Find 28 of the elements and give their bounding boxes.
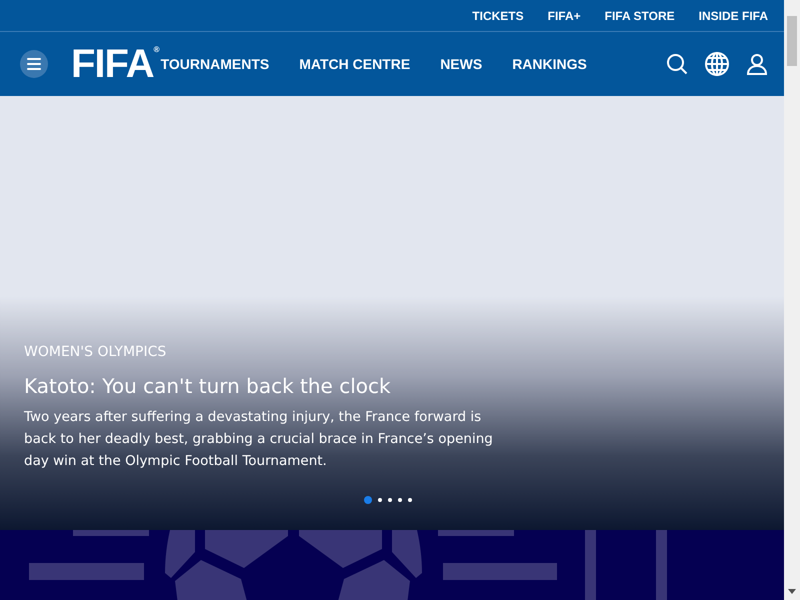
fifa-logo[interactable]: FIFA®: [71, 44, 159, 84]
nav-link[interactable]: MATCH CENTRE: [299, 56, 410, 72]
menu-button[interactable]: [20, 50, 48, 78]
search-icon: [666, 53, 688, 75]
headline: Katoto: You can't turn back the clock: [24, 374, 392, 398]
carousel-dot[interactable]: [364, 496, 372, 504]
nav-link[interactable]: TOURNAMENTS: [160, 56, 270, 72]
nav-link[interactable]: RANKINGS: [512, 56, 587, 72]
nav-link[interactable]: NEWS: [440, 56, 482, 72]
scrollbar[interactable]: [784, 0, 800, 600]
top-nav-link[interactable]: FIFA STORE: [604, 8, 675, 22]
carousel-dot[interactable]: [378, 498, 382, 502]
carousel-dot[interactable]: [388, 498, 392, 502]
account-button[interactable]: [746, 53, 768, 75]
search-button[interactable]: [666, 53, 688, 75]
summary-text: Two years after suffering a devastating injury, the France forward is back to her deadly best, grabbing a crucial brace in France’s opening day win at the Olympic Football Tournament.: [24, 408, 494, 471]
person-icon: [746, 53, 768, 75]
top-nav-link[interactable]: FIFA+: [548, 8, 581, 22]
menu-icon: [27, 58, 41, 70]
language-button[interactable]: [704, 51, 730, 77]
scrollbar-thumb[interactable]: [787, 16, 797, 66]
top-nav-link[interactable]: TICKETS: [472, 8, 524, 22]
carousel-dot[interactable]: [408, 498, 412, 502]
top-nav-link[interactable]: INSIDE FIFA: [698, 8, 768, 22]
globe-icon: [704, 51, 730, 77]
scroll-down-arrow-icon[interactable]: [787, 589, 797, 595]
category-label: WOMEN'S OLYMPICS: [24, 344, 168, 360]
carousel-dot[interactable]: [398, 498, 402, 502]
